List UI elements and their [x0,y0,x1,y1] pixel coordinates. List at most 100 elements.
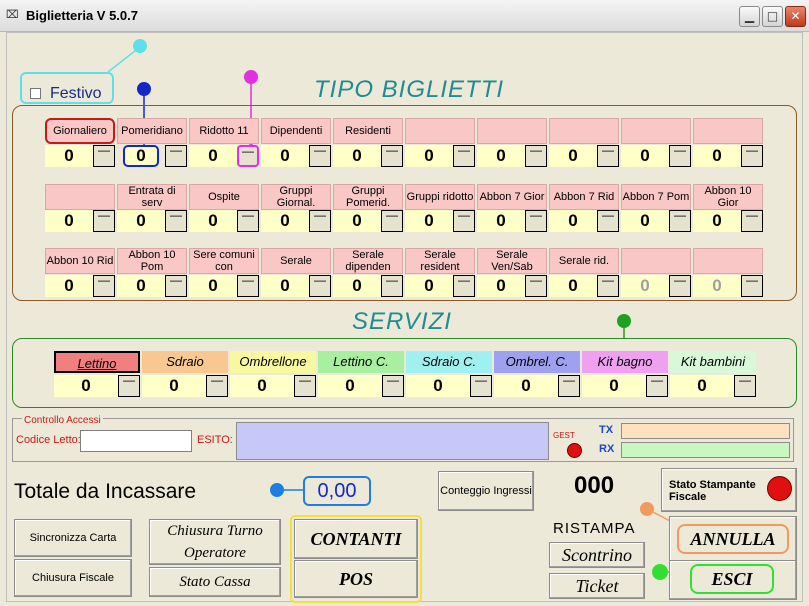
ticket-type-label[interactable]: Ospite [189,184,259,210]
ticket-count-value: 0 [333,275,381,297]
ticket-count-value: 0 [189,275,237,297]
ticket-decrement-button[interactable]: — [309,209,331,232]
service-count-value: 0 [406,375,470,397]
service-label[interactable]: Kit bagno [582,351,668,373]
ticket-decrement-button[interactable]: — [741,274,763,297]
ticket-decrement-button[interactable]: — [93,144,115,167]
ticket-decrement-button[interactable]: — [93,209,115,232]
service-decrement-button[interactable]: — [118,374,140,397]
ticket-type-label[interactable]: Serale Ven/Sab [477,248,547,274]
ticket-decrement-button[interactable]: — [165,144,187,167]
service-label[interactable]: Ombrellone [230,351,316,373]
ticket-type-label[interactable]: Gruppi Giornal. [261,184,331,210]
ticket-decrement-button[interactable]: — [741,144,763,167]
service-label[interactable]: Sdraio C. [406,351,492,373]
ticket-type-label[interactable]: Abbon 10 Gior [693,184,763,210]
rx-field [621,442,790,458]
ticket-type-label[interactable]: Ridotto 11 [189,118,259,144]
service-decrement-button[interactable]: — [206,374,228,397]
service-decrement-button[interactable]: — [734,374,756,397]
ticket-decrement-button[interactable]: — [453,274,475,297]
stato-cassa-button[interactable]: Stato Cassa [149,567,281,597]
ticket-decrement-button[interactable]: — [93,274,115,297]
ticket-decrement-button[interactable]: — [237,209,259,232]
ticket-decrement-button[interactable]: — [597,209,619,232]
ticket-decrement-button[interactable]: — [741,209,763,232]
ticket-type-label[interactable] [549,118,619,144]
service-decrement-button[interactable]: — [294,374,316,397]
ticket-decrement-button[interactable]: — [525,209,547,232]
annulla-button[interactable]: ANNULLA [677,524,789,554]
ticket-type-label[interactable] [621,118,691,144]
sincronizza-carta-button[interactable]: Sincronizza Carta [14,519,132,557]
ticket-count-value: 0 [621,145,669,167]
ticket-decrement-button[interactable]: — [669,144,691,167]
ticket-type-label[interactable] [621,248,691,274]
ticket-type-label[interactable]: Abbon 10 Rid [45,248,115,274]
scontrino-button[interactable]: Scontrino [549,542,645,568]
ticket-decrement-button[interactable]: — [309,274,331,297]
ticket-type-label[interactable]: Serale [261,248,331,274]
service-decrement-button[interactable]: — [470,374,492,397]
service-decrement-button[interactable]: — [558,374,580,397]
ticket-type-label[interactable] [45,184,115,210]
ticket-decrement-button[interactable]: — [165,209,187,232]
ticket-type-label[interactable] [477,118,547,144]
ticket-decrement-button[interactable]: — [381,209,403,232]
ticket-count-value: 0 [405,145,453,167]
ticket-decrement-button[interactable]: — [525,144,547,167]
ticket-decrement-button[interactable]: — [597,144,619,167]
ticket-decrement-button[interactable]: — [381,144,403,167]
ticket-decrement-button[interactable]: — [669,209,691,232]
ticket-type-label[interactable]: Serale resident [405,248,475,274]
ticket-type-label[interactable] [693,118,763,144]
ticket-type-label[interactable]: Abbon 10 Pom [117,248,187,274]
codice-letto-input[interactable] [80,430,192,452]
service-label[interactable]: Lettino [54,351,140,373]
service-label[interactable]: Sdraio [142,351,228,373]
ticket-type-label[interactable] [405,118,475,144]
ticket-decrement-button[interactable]: — [237,145,259,167]
ticket-decrement-button[interactable]: — [597,274,619,297]
ticket-type-label[interactable]: Residenti [333,118,403,144]
ticket-type-label[interactable] [693,248,763,274]
ticket-type-label[interactable]: Sere comuni con [189,248,259,274]
ticket-type-label[interactable]: Pomeridiano [117,118,187,144]
ticket-type-label[interactable]: Gruppi Pomerid. [333,184,403,210]
ticket-decrement-button[interactable]: — [453,209,475,232]
service-decrement-button[interactable]: — [382,374,404,397]
ticket-type-label[interactable]: Serale rid. [549,248,619,274]
contanti-button[interactable]: CONTANTI [294,519,418,559]
ticket-type-label[interactable]: Abbon 7 Rid [549,184,619,210]
service-decrement-button[interactable]: — [646,374,668,397]
conteggio-ingressi-button[interactable]: Conteggio Ingressi [438,471,534,511]
ticket-type-label[interactable]: Abbon 7 Gior [477,184,547,210]
ticket-type-label[interactable]: Serale dipenden [333,248,403,274]
ticket-count-value: 0 [549,210,597,232]
esci-button[interactable]: ESCI [690,564,774,594]
ticket-count-value: 0 [261,275,309,297]
ticket-type-label[interactable]: Giornaliero [45,118,115,144]
ticket-count-value: 0 [477,275,525,297]
ticket-type-label[interactable]: Dipendenti [261,118,331,144]
ticket-decrement-button[interactable]: — [381,274,403,297]
pos-button[interactable]: POS [294,560,418,598]
ticket-decrement-button[interactable]: — [165,274,187,297]
ticket-type-label[interactable]: Gruppi ridotto [405,184,475,210]
ticket-decrement-button[interactable]: — [309,144,331,167]
festivo-checkbox[interactable] [30,88,41,99]
service-label[interactable]: Ombrel. C. [494,351,580,373]
service-label[interactable]: Kit bambini [670,351,756,373]
ticket-type-label[interactable]: Abbon 7 Pom [621,184,691,210]
ticket-decrement-button[interactable]: — [525,274,547,297]
chiusura-turno-button[interactable]: Chiusura Turno Operatore [149,519,281,565]
ticket-decrement-button[interactable]: — [669,274,691,297]
annotation-dot-green [617,314,631,328]
ticket-decrement-button[interactable]: — [237,274,259,297]
ticket-type-label[interactable]: Entrata di serv [117,184,187,210]
ticket-button[interactable]: Ticket [549,573,645,599]
service-label[interactable]: Lettino C. [318,351,404,373]
chiusura-fiscale-button[interactable]: Chiusura Fiscale [14,559,132,597]
service-count-value: 0 [318,375,382,397]
ticket-decrement-button[interactable]: — [453,144,475,167]
